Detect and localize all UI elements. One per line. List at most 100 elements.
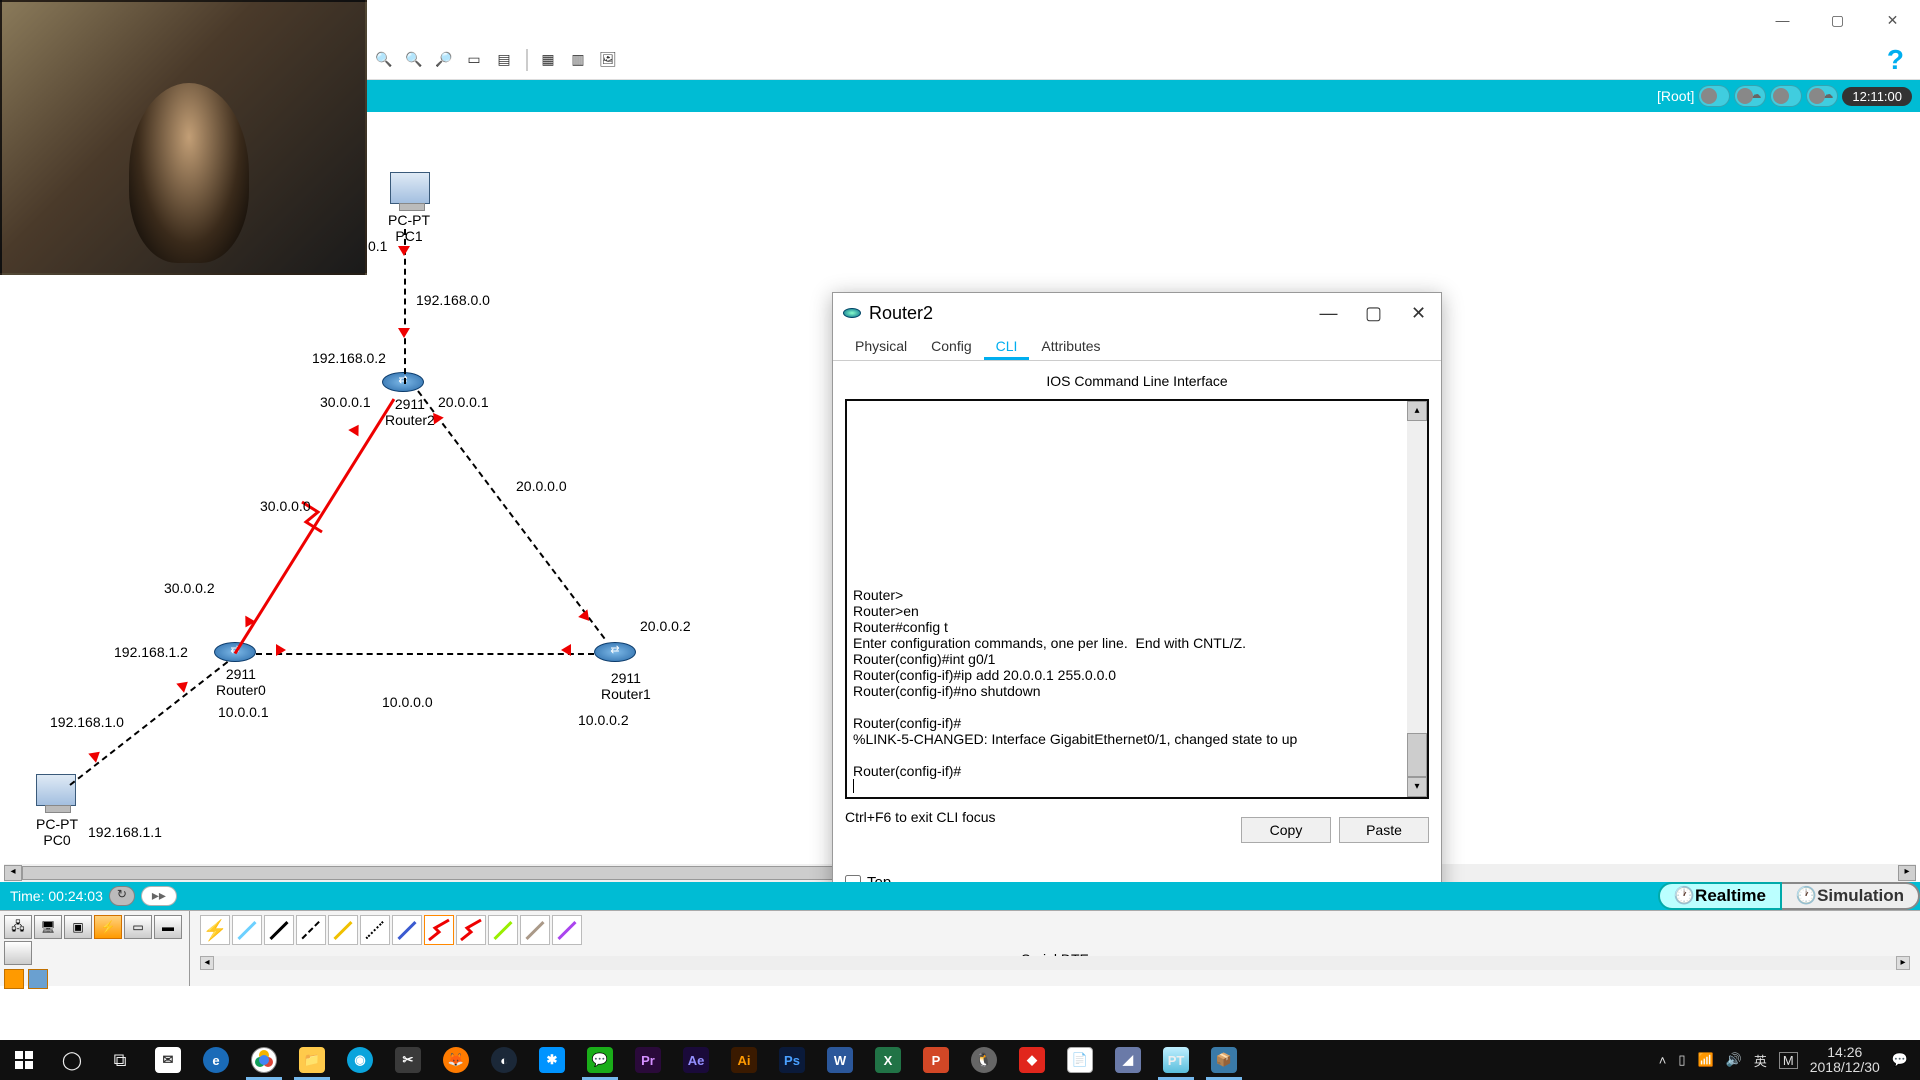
device-list-icon[interactable]: ▦ [534, 46, 562, 74]
taskbar-powerpoint[interactable]: P [912, 1040, 960, 1080]
tray-ime-mode[interactable]: M [1779, 1052, 1798, 1069]
router2-dialog[interactable]: Router2 — ▢ ✕ Physical Config CLI Attrib… [832, 292, 1442, 882]
close-button[interactable]: ✕ [1865, 0, 1920, 40]
tab-cli[interactable]: CLI [984, 333, 1030, 360]
taskbar-penguin-app[interactable]: 🐧 [960, 1040, 1008, 1080]
cat-connections[interactable]: ⚡ [94, 915, 122, 939]
conn-coax[interactable] [392, 915, 422, 945]
conn-serial-dce[interactable] [424, 915, 454, 945]
simulation-mode-button[interactable]: 🕐 Simulation [1782, 882, 1920, 910]
power-cycle-button[interactable]: ↻ [109, 886, 135, 906]
start-button[interactable] [0, 1040, 48, 1080]
zoom-out-icon[interactable]: 🔎 [430, 46, 458, 74]
taskbar-prism-app[interactable]: ◢ [1104, 1040, 1152, 1080]
help-icon[interactable]: ? [1887, 44, 1904, 76]
maximize-button[interactable]: ▢ [1810, 0, 1865, 40]
realtime-mode-button[interactable]: 🕐 Realtime [1658, 882, 1782, 910]
taskbar-star-app[interactable]: ✱ [528, 1040, 576, 1080]
top-checkbox-row[interactable]: Top [845, 874, 891, 882]
conn-phone[interactable] [360, 915, 390, 945]
connections-strip[interactable] [4, 969, 24, 989]
cat-network-devices[interactable]: 🖧 [4, 915, 32, 939]
cat-multiuser[interactable]: ▬ [154, 915, 182, 939]
environment-toggle-1[interactable] [1698, 85, 1730, 107]
tile-icon[interactable]: ▥ [564, 46, 592, 74]
scroll-thumb[interactable] [1407, 733, 1427, 777]
taskbar-aftereffects[interactable]: Ae [672, 1040, 720, 1080]
dialog-titlebar[interactable]: Router2 — ▢ ✕ [833, 293, 1441, 333]
taskbar-red-app[interactable]: ◆ [1008, 1040, 1056, 1080]
device-router1[interactable] [594, 642, 636, 662]
tray-ime-lang[interactable]: 英 [1754, 1051, 1767, 1070]
dialog-maximize[interactable]: ▢ [1351, 293, 1396, 333]
zoom-in-icon[interactable]: 🔍 [370, 46, 398, 74]
conn-scrollbar[interactable]: ◂▸ [200, 956, 1910, 970]
conn-fiber[interactable] [328, 915, 358, 945]
taskbar-notepad[interactable]: 📄 [1056, 1040, 1104, 1080]
tray-datetime[interactable]: 14:262018/12/30 [1810, 1045, 1880, 1075]
device-pc0[interactable] [36, 774, 76, 806]
taskbar-app-circle[interactable]: ◉ [336, 1040, 384, 1080]
taskbar-word[interactable]: W [816, 1040, 864, 1080]
dialog-minimize[interactable]: — [1306, 293, 1351, 333]
taskbar-photoshop[interactable]: Ps [768, 1040, 816, 1080]
environment-toggle-4[interactable] [1806, 85, 1838, 107]
cat-sub-1[interactable] [4, 941, 32, 965]
draw-rect-icon[interactable]: ▭ [460, 46, 488, 74]
draw-detail-icon[interactable]: ▤ [490, 46, 518, 74]
system-tray[interactable]: ˄ ▯ 📶 🔊 英 M 14:262018/12/30 💬 [1659, 1045, 1920, 1075]
scroll-down-icon[interactable]: ▾ [1407, 777, 1427, 797]
zoom-reset-icon[interactable]: 🔍 [400, 46, 428, 74]
conn-console[interactable] [232, 915, 262, 945]
device-router2[interactable] [382, 372, 424, 392]
environment-toggle-2[interactable] [1734, 85, 1766, 107]
taskbar-virtualbox[interactable]: 📦 [1200, 1040, 1248, 1080]
tab-attributes[interactable]: Attributes [1029, 333, 1112, 360]
task-view-button[interactable]: ⧉ [96, 1040, 144, 1080]
image-bg-icon[interactable]: 🖼 [594, 46, 622, 74]
cat-components[interactable]: ▣ [64, 915, 92, 939]
minimize-button[interactable]: — [1755, 0, 1810, 40]
tray-volume-icon[interactable]: 🔊 [1726, 1052, 1742, 1068]
conn-copper-straight[interactable] [264, 915, 294, 945]
taskbar-chrome[interactable] [240, 1040, 288, 1080]
grid-strip[interactable] [28, 969, 48, 989]
conn-iot[interactable] [520, 915, 550, 945]
taskbar-mail[interactable]: ✉ [144, 1040, 192, 1080]
dialog-close[interactable]: ✕ [1396, 293, 1441, 333]
top-checkbox[interactable] [845, 875, 861, 883]
conn-auto[interactable]: ⚡ [200, 915, 230, 945]
taskbar-premiere[interactable]: Pr [624, 1040, 672, 1080]
cat-end-devices[interactable]: 🖥 [34, 915, 62, 939]
tray-wifi-icon[interactable]: 📶 [1698, 1052, 1714, 1068]
taskbar-explorer[interactable]: 📁 [288, 1040, 336, 1080]
taskbar-edge[interactable]: e [192, 1040, 240, 1080]
cli-scrollbar[interactable]: ▴ ▾ [1407, 401, 1427, 797]
taskbar-snip[interactable]: ✂ [384, 1040, 432, 1080]
conn-octal[interactable] [488, 915, 518, 945]
device-pc1[interactable] [390, 172, 430, 204]
tab-config[interactable]: Config [919, 333, 983, 360]
paste-button[interactable]: Paste [1339, 817, 1429, 843]
taskbar-illustrator[interactable]: Ai [720, 1040, 768, 1080]
copy-button[interactable]: Copy [1241, 817, 1331, 843]
cli-terminal[interactable]: Router> Router>en Router#config t Enter … [845, 399, 1429, 799]
conn-usb[interactable] [552, 915, 582, 945]
cortana-button[interactable]: ◯ [48, 1040, 96, 1080]
taskbar-steam[interactable]: ◐ [480, 1040, 528, 1080]
conn-serial-dte[interactable] [456, 915, 486, 945]
tray-battery-icon[interactable]: ▯ [1678, 1052, 1685, 1068]
tab-physical[interactable]: Physical [843, 333, 919, 360]
taskbar-packet-tracer[interactable]: PT [1152, 1040, 1200, 1080]
tray-notifications-icon[interactable]: 💬 [1892, 1052, 1908, 1068]
tray-overflow-icon[interactable]: ˄ [1659, 1053, 1667, 1068]
environment-toggle-3[interactable] [1770, 85, 1802, 107]
taskbar-excel[interactable]: X [864, 1040, 912, 1080]
scroll-thumb[interactable] [22, 866, 922, 880]
scroll-up-icon[interactable]: ▴ [1407, 401, 1427, 421]
conn-copper-cross[interactable] [296, 915, 326, 945]
taskbar-wechat[interactable]: 💬 [576, 1040, 624, 1080]
taskbar-firefox[interactable]: 🦊 [432, 1040, 480, 1080]
fast-forward-button[interactable]: ▸▸ [141, 886, 177, 906]
cat-misc[interactable]: ▭ [124, 915, 152, 939]
